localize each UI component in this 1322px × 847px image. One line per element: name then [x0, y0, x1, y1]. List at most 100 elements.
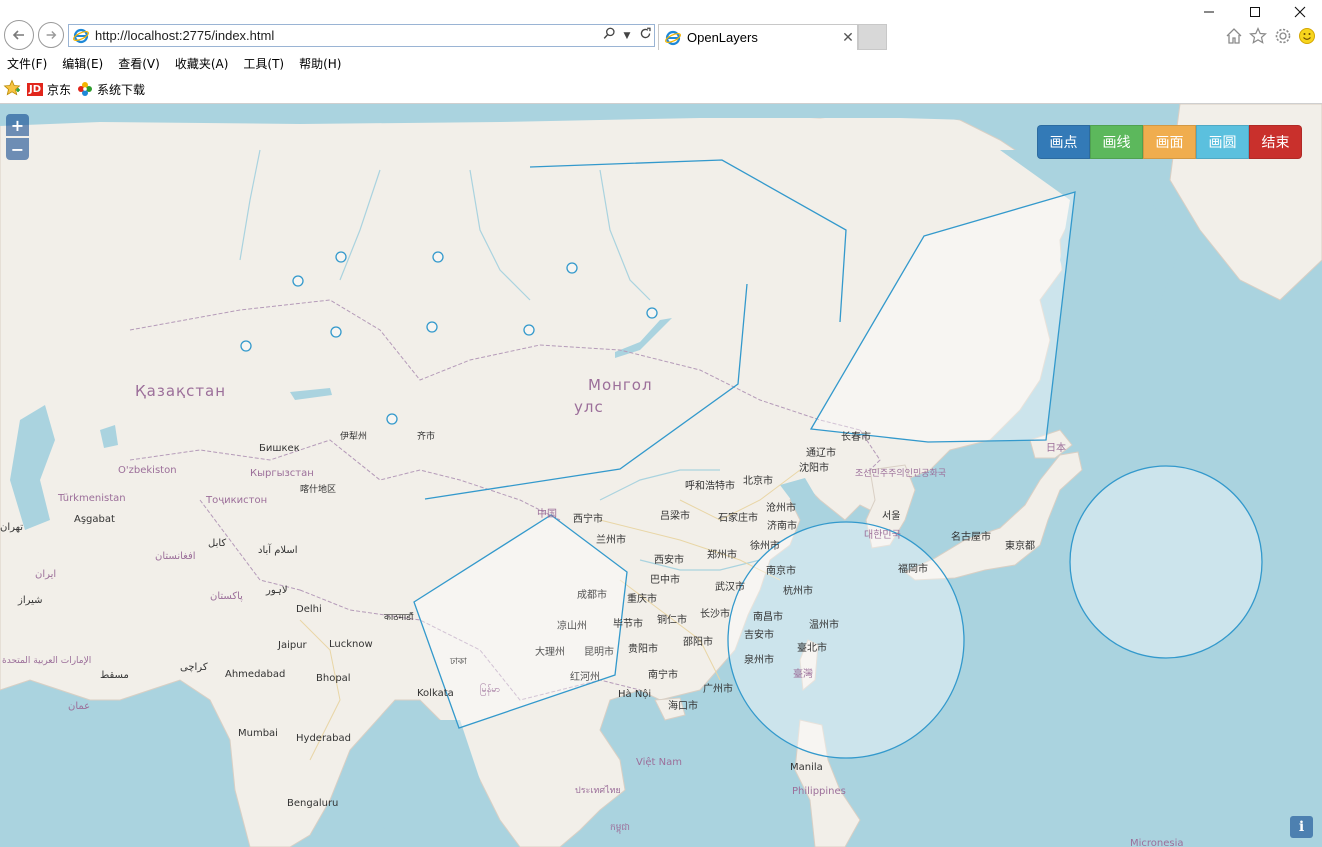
jd-logo-icon: JD [27, 82, 44, 96]
label-hyderabad: Hyderabad [296, 733, 351, 744]
address-bar[interactable]: http://localhost:2775/index.html ▼ [68, 24, 655, 47]
drawn-point[interactable] [432, 251, 444, 263]
window-close-button[interactable] [1277, 0, 1322, 24]
favorites-bar: JD 京东 系统下载 [0, 78, 145, 100]
map-viewport[interactable]: Қазақстан Монгол улс Бишкек Кыргызстан O… [0, 104, 1322, 847]
label-ahmedabad: Ahmedabad [225, 669, 285, 680]
label-jinan: 济南市 [767, 519, 797, 532]
menu-view[interactable]: 查看(V) [111, 55, 168, 72]
maximize-button[interactable] [1232, 0, 1278, 24]
label-kyrgyzstan: Кыргызстан [250, 468, 314, 479]
menu-tools[interactable]: 工具(T) [236, 55, 292, 72]
label-karachi: کراچی [180, 662, 208, 673]
label-nanchang: 南昌市 [753, 610, 783, 623]
tab-openlayers[interactable]: OpenLayers ✕ [658, 24, 858, 50]
favorite-jd[interactable]: JD 京东 [27, 81, 71, 98]
label-guangzhou: 广州市 [703, 682, 733, 695]
drawn-point[interactable] [240, 340, 252, 352]
draw-point-button[interactable]: 画点 [1037, 125, 1090, 159]
zoom-in-button[interactable]: + [6, 114, 29, 136]
label-japan: 日本 [1046, 441, 1066, 454]
draw-line-button[interactable]: 画线 [1090, 125, 1143, 159]
drawn-point[interactable] [292, 275, 304, 287]
label-mongolia-1: Монгол [588, 376, 653, 394]
drawn-point[interactable] [386, 413, 398, 425]
label-turkmenistan: Türkmenistan [57, 493, 126, 504]
ie-icon [73, 28, 89, 43]
label-pakistan: پاکستان [210, 591, 243, 602]
maximize-icon [1250, 7, 1260, 17]
label-cangzhou: 沧州市 [766, 501, 796, 514]
minimize-button[interactable] [1186, 0, 1232, 24]
label-kashgar: 喀什地区 [300, 483, 336, 495]
label-hohhot: 呼和浩特市 [685, 479, 735, 492]
refresh-icon[interactable] [636, 27, 654, 44]
label-bijie: 毕节市 [613, 617, 643, 630]
close-icon[interactable]: ✕ [839, 30, 857, 46]
label-china: 中国 [537, 507, 557, 520]
label-tehran: تهران [0, 522, 23, 533]
smiley-icon[interactable] [1297, 26, 1317, 46]
label-shenyang: 沈阳市 [799, 461, 829, 474]
label-jaipur: Jaipur [277, 640, 308, 651]
drawn-point[interactable] [566, 262, 578, 274]
label-manila: Manila [790, 762, 823, 773]
favorites-star-icon[interactable] [3, 79, 21, 100]
label-chongqing: 重庆市 [627, 592, 657, 605]
label-changchun: 长春市 [841, 430, 871, 443]
drawn-point[interactable] [523, 324, 535, 336]
attribution-info-button[interactable]: i [1290, 816, 1313, 838]
gear-icon[interactable] [1273, 26, 1293, 46]
label-lucknow: Lucknow [329, 639, 373, 650]
label-quanzhou: 泉州市 [744, 653, 774, 666]
drawn-point[interactable] [335, 251, 347, 263]
dropdown-icon[interactable]: ▼ [618, 31, 636, 41]
menu-favorites[interactable]: 收藏夹(A) [168, 55, 237, 72]
label-dali: 大理州 [535, 645, 565, 658]
label-kazakhstan: Қазақстан [135, 382, 226, 400]
draw-end-button[interactable]: 结束 [1249, 125, 1302, 159]
label-nagoya: 名古屋市 [951, 530, 991, 543]
label-ashgabat: Aşgabat [74, 514, 115, 525]
favorite-system-download[interactable]: 系统下载 [77, 81, 145, 98]
drawn-point[interactable] [426, 321, 438, 333]
address-url[interactable]: http://localhost:2775/index.html [95, 28, 600, 43]
back-button[interactable] [4, 20, 34, 50]
label-taiwan: 臺灣 [793, 667, 813, 680]
label-shiraz: شیراز [17, 595, 43, 606]
draw-polygon-button[interactable]: 画面 [1143, 125, 1196, 159]
draw-circle-button[interactable]: 画圆 [1196, 125, 1249, 159]
drawn-point[interactable] [330, 326, 342, 338]
label-beijing: 北京市 [743, 474, 773, 487]
draw-toolbar: 画点 画线 画面 画圆 结束 [1037, 125, 1302, 159]
home-icon[interactable] [1224, 26, 1244, 46]
search-icon[interactable] [600, 27, 618, 44]
star-icon[interactable] [1248, 26, 1268, 46]
label-wenzhou: 温州市 [809, 618, 839, 631]
label-mongolia-2: улс [574, 398, 604, 416]
menu-help[interactable]: 帮助(H) [292, 55, 349, 72]
forward-button[interactable] [38, 22, 64, 48]
new-tab-button[interactable] [858, 24, 887, 50]
label-micronesia: Micronesia [1130, 838, 1184, 847]
drawn-circle-pacific[interactable] [1069, 465, 1263, 659]
menu-file[interactable]: 文件(F) [0, 55, 55, 72]
favorite-label: 京东 [47, 82, 72, 97]
label-chengdu: 成都市 [577, 588, 607, 601]
label-delhi: Delhi [296, 604, 322, 615]
label-south-korea: 대한민국 [864, 529, 901, 541]
label-iran: ایران [35, 569, 56, 580]
browser-chrome: http://localhost:2775/index.html ▼ OpenL… [0, 0, 1322, 104]
minimize-icon [1204, 11, 1214, 13]
label-tajikistan: Тоҷикистон [205, 495, 267, 506]
menu-edit[interactable]: 编辑(E) [55, 55, 111, 72]
label-bhopal: Bhopal [316, 673, 351, 684]
drawn-point[interactable] [646, 307, 658, 319]
label-tongren: 铜仁市 [657, 613, 687, 626]
label-fukuoka: 福岡市 [898, 562, 928, 575]
label-haikou: 海口市 [668, 699, 698, 712]
label-yili: 伊犁州 [340, 430, 367, 442]
label-xining: 西宁市 [573, 512, 603, 525]
zoom-out-button[interactable]: − [6, 138, 29, 160]
label-guiyang: 贵阳市 [628, 642, 658, 655]
